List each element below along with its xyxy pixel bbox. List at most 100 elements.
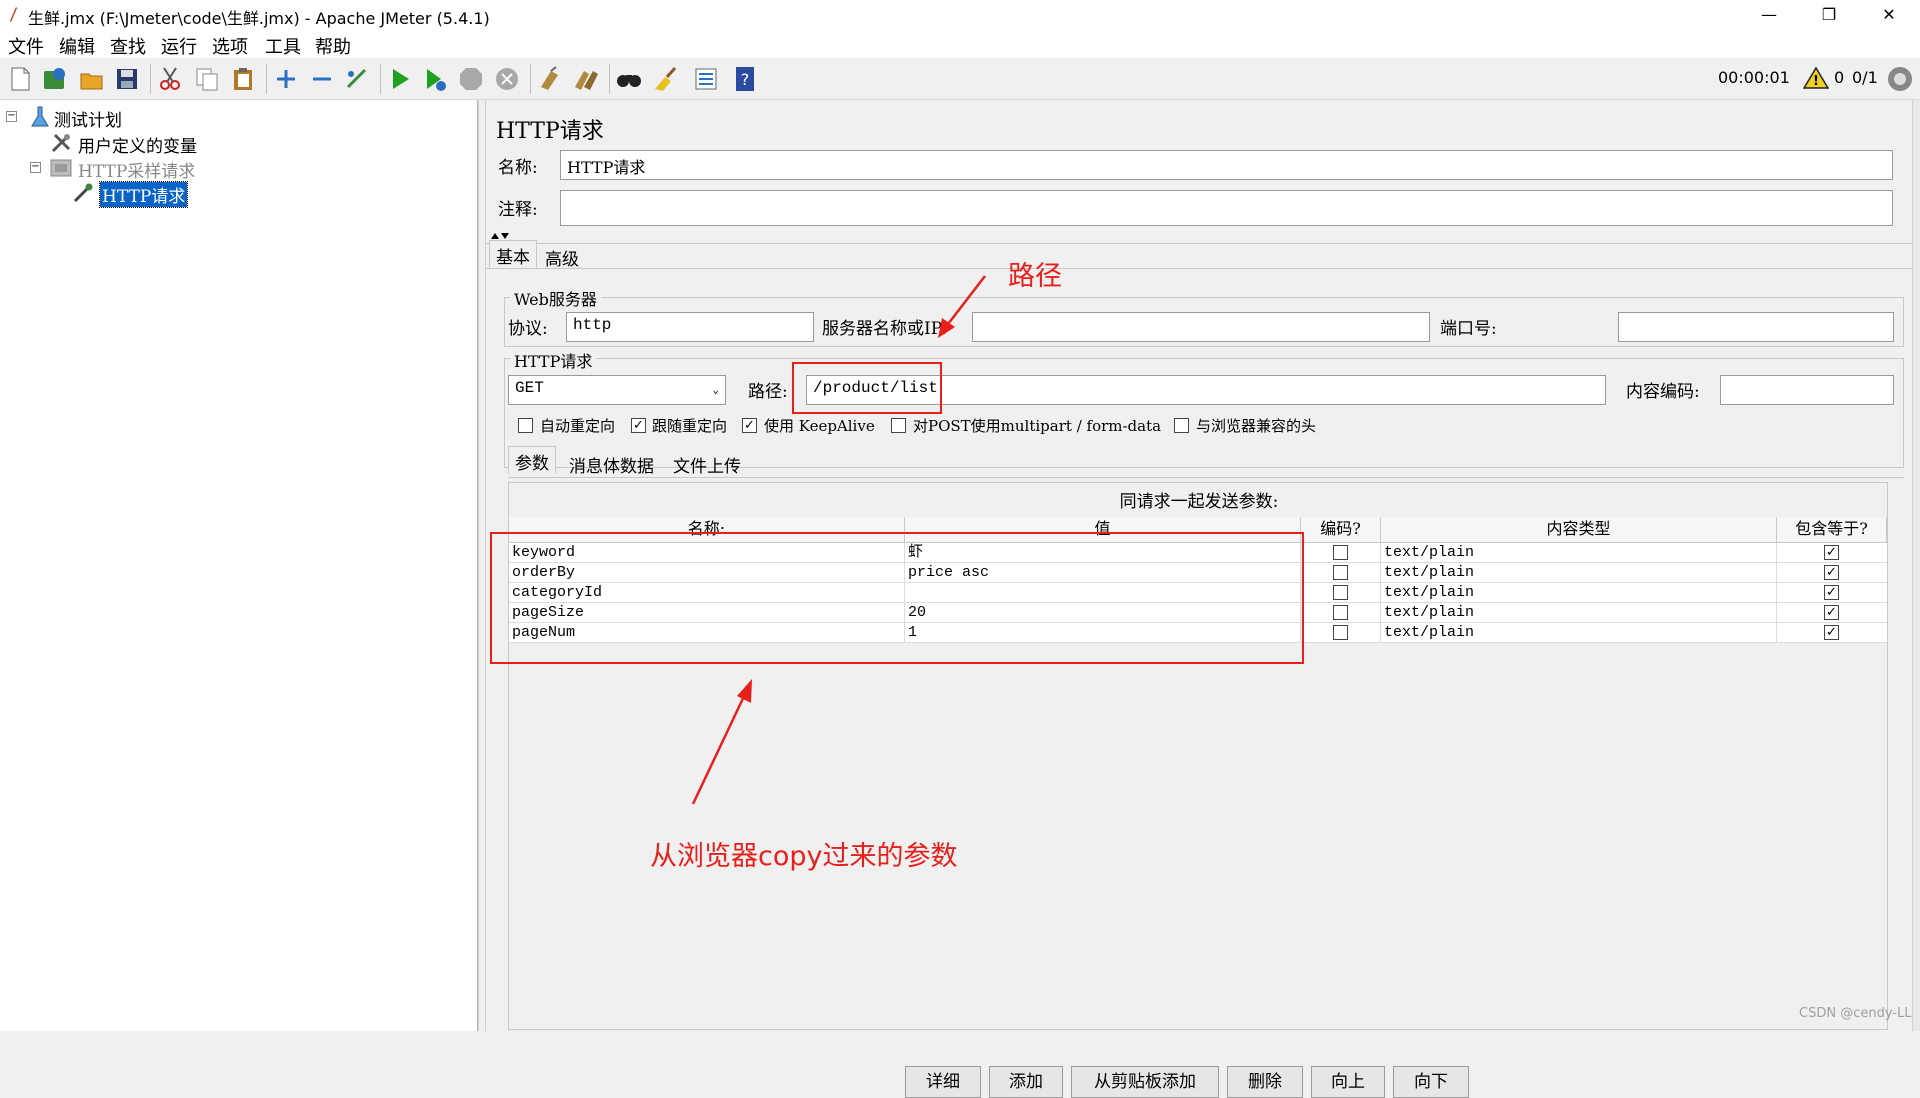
tree-label-thread-group: HTTP采样请求 xyxy=(78,162,196,182)
auto-redirect-checkbox[interactable] xyxy=(518,418,533,433)
search-icon[interactable] xyxy=(615,65,643,93)
add-button[interactable]: 添加 xyxy=(989,1066,1063,1098)
test-plan-tree: − 测试计划 用户定义的变量 − HTTP采样请求 HTTP请求 xyxy=(0,100,478,1031)
path-label: 路径: xyxy=(748,382,788,402)
tree-node-user-variables[interactable]: 用户定义的变量 xyxy=(48,130,448,157)
browser-headers-checkbox[interactable] xyxy=(1174,418,1189,433)
panel-splitter[interactable] xyxy=(478,100,486,1031)
close-button[interactable]: ✕ xyxy=(1860,0,1918,30)
menu-options[interactable]: 选项 xyxy=(212,33,248,59)
divider xyxy=(486,243,1920,244)
keepalive-checkbox[interactable]: ✓ xyxy=(742,418,757,433)
column-header-encode[interactable]: 编码? xyxy=(1301,517,1381,543)
tree-node-test-plan[interactable]: − 测试计划 xyxy=(6,104,406,131)
menu-run[interactable]: 运行 xyxy=(161,33,197,59)
tab-advanced[interactable]: 高级 xyxy=(538,242,586,270)
clear-icon[interactable] xyxy=(536,65,564,93)
pipette-icon xyxy=(73,183,93,203)
param-content-type[interactable]: text/plain xyxy=(1381,623,1777,643)
start-icon[interactable] xyxy=(386,65,414,93)
tab-file-upload[interactable]: 文件上传 xyxy=(666,449,748,477)
open-icon[interactable] xyxy=(78,65,106,93)
detail-button[interactable]: 详细 xyxy=(905,1066,981,1098)
encoding-label: 内容编码: xyxy=(1626,382,1700,402)
move-up-button[interactable]: 向上 xyxy=(1311,1066,1385,1098)
include-equals-checkbox[interactable]: ✓ xyxy=(1824,545,1839,560)
keepalive-label: 使用 KeepAlive xyxy=(764,417,875,435)
minimize-button[interactable]: — xyxy=(1740,0,1798,30)
collapse-icon[interactable] xyxy=(308,65,336,93)
copy-icon[interactable] xyxy=(193,65,221,93)
encode-cell xyxy=(1301,563,1381,583)
warning-icon[interactable]: ! xyxy=(1803,66,1829,90)
tree-node-http-request[interactable]: HTTP请求 xyxy=(72,180,472,208)
menu-tools[interactable]: 工具 xyxy=(265,33,301,59)
port-field[interactable] xyxy=(1618,312,1894,342)
port-label: 端口号: xyxy=(1440,319,1497,339)
stop-icon[interactable] xyxy=(457,65,485,93)
encoding-field[interactable] xyxy=(1720,375,1894,405)
delete-button[interactable]: 删除 xyxy=(1227,1066,1303,1098)
multipart-checkbox[interactable] xyxy=(891,418,906,433)
follow-redirect-checkbox[interactable]: ✓ xyxy=(631,418,646,433)
method-select[interactable]: GET ⌄ xyxy=(508,375,726,405)
start-no-pause-icon[interactable] xyxy=(421,65,449,93)
restore-button[interactable]: ❐ xyxy=(1800,0,1858,30)
include-equals-checkbox[interactable]: ✓ xyxy=(1824,585,1839,600)
include-equals-cell: ✓ xyxy=(1777,623,1887,643)
vertical-scrollbar[interactable] xyxy=(1912,100,1920,1031)
toolbar-separator xyxy=(530,64,531,94)
encode-checkbox[interactable] xyxy=(1333,545,1348,560)
menu-search[interactable]: 查找 xyxy=(110,33,146,59)
active-threads: 0/1 xyxy=(1852,68,1878,87)
encode-checkbox[interactable] xyxy=(1333,625,1348,640)
encode-checkbox[interactable] xyxy=(1333,585,1348,600)
toggle-icon[interactable] xyxy=(343,65,371,93)
cut-icon[interactable] xyxy=(156,65,184,93)
move-down-button[interactable]: 向下 xyxy=(1393,1066,1469,1098)
param-content-type[interactable]: text/plain xyxy=(1381,583,1777,603)
help-icon[interactable]: ? xyxy=(731,65,759,93)
tree-node-thread-group[interactable]: − HTTP采样请求 xyxy=(30,155,430,182)
encode-checkbox[interactable] xyxy=(1333,565,1348,580)
menu-edit[interactable]: 编辑 xyxy=(59,33,95,59)
tree-label-user-variables: 用户定义的变量 xyxy=(78,137,197,157)
collapse-toggle-icon[interactable]: − xyxy=(30,162,41,173)
name-field[interactable]: HTTP请求 xyxy=(560,150,1893,180)
warning-count: 0 xyxy=(1834,68,1845,87)
param-content-type[interactable]: text/plain xyxy=(1381,543,1777,563)
menu-file[interactable]: 文件 xyxy=(8,33,44,59)
save-icon[interactable] xyxy=(113,65,141,93)
include-equals-checkbox[interactable]: ✓ xyxy=(1824,605,1839,620)
browser-headers-label: 与浏览器兼容的头 xyxy=(1196,417,1317,435)
include-equals-checkbox[interactable]: ✓ xyxy=(1824,625,1839,640)
new-icon[interactable] xyxy=(6,65,34,93)
column-header-content-type[interactable]: 内容类型 xyxy=(1381,517,1777,543)
param-content-type[interactable]: text/plain xyxy=(1381,563,1777,583)
tab-parameters[interactable]: 参数 xyxy=(508,446,556,474)
comment-field[interactable] xyxy=(560,190,1893,226)
follow-redirect-label: 跟随重定向 xyxy=(652,417,728,435)
server-field[interactable] xyxy=(972,312,1430,342)
expand-icon[interactable] xyxy=(272,65,300,93)
templates-icon[interactable] xyxy=(40,65,68,93)
clear-all-icon[interactable] xyxy=(572,65,600,93)
tab-body-data[interactable]: 消息体数据 xyxy=(562,449,661,477)
collapse-toggle-icon[interactable]: − xyxy=(6,111,17,122)
shutdown-icon[interactable] xyxy=(493,65,521,93)
encode-checkbox[interactable] xyxy=(1333,605,1348,620)
panel-title: HTTP请求 xyxy=(496,119,604,144)
column-header-include-equals[interactable]: 包含等于? xyxy=(1777,517,1887,543)
function-helper-icon[interactable] xyxy=(692,65,720,93)
tab-basic[interactable]: 基本 xyxy=(489,240,537,268)
path-annotation: 路径 xyxy=(1008,261,1062,292)
paste-icon[interactable] xyxy=(229,65,257,93)
params-annotation: 从浏览器copy过来的参数 xyxy=(650,841,958,872)
menu-help[interactable]: 帮助 xyxy=(315,33,351,59)
param-content-type[interactable]: text/plain xyxy=(1381,603,1777,623)
include-equals-checkbox[interactable]: ✓ xyxy=(1824,565,1839,580)
protocol-field[interactable]: http xyxy=(566,312,814,342)
add-from-clipboard-button[interactable]: 从剪贴板添加 xyxy=(1071,1066,1219,1098)
divider xyxy=(508,477,1904,478)
reset-search-icon[interactable] xyxy=(651,65,679,93)
